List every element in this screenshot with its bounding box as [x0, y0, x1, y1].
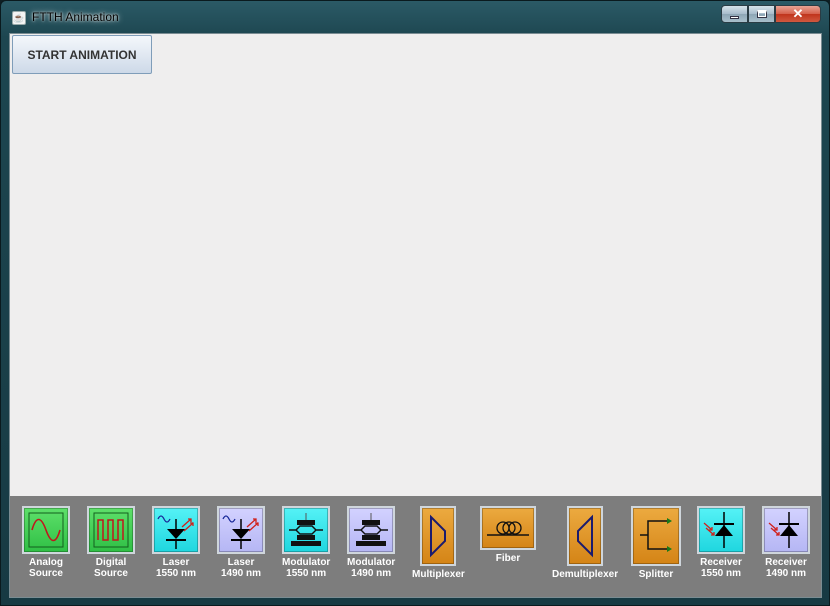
palette-label: Digital Source: [94, 557, 128, 579]
palette-label: Receiver 1490 nm: [765, 557, 807, 579]
palette-item-laser-1490[interactable]: Laser 1490 nm: [217, 506, 265, 579]
window-title: FTTH Animation: [32, 10, 119, 24]
title-bar[interactable]: ☕ FTTH Animation ✕: [1, 1, 829, 33]
palette-item-analog-source[interactable]: Analog Source: [22, 506, 70, 579]
splitter-icon: [631, 506, 681, 566]
maximize-icon: [756, 10, 767, 18]
animation-canvas[interactable]: START ANIMATION Analog Source Digital Sour…: [9, 33, 822, 598]
close-icon: ✕: [792, 6, 804, 21]
palette-label: Receiver 1550 nm: [700, 557, 742, 579]
photodiode-icon: [697, 506, 745, 554]
palette-label: Splitter: [638, 569, 674, 580]
palette-label: Laser 1550 nm: [155, 557, 197, 579]
window-controls: ✕: [721, 5, 821, 23]
palette-item-receiver-1490[interactable]: Receiver 1490 nm: [762, 506, 810, 579]
palette-item-laser-1550[interactable]: Laser 1550 nm: [152, 506, 200, 579]
palette-item-modulator-1490[interactable]: Modulator 1490 nm: [347, 506, 395, 579]
maximize-button[interactable]: [748, 5, 775, 23]
palette-label: Modulator 1490 nm: [347, 557, 396, 579]
palette-label: Modulator 1550 nm: [282, 557, 331, 579]
palette-label: Fiber: [495, 553, 521, 564]
laser-diode-icon: [152, 506, 200, 554]
laser-diode-icon: [217, 506, 265, 554]
close-button[interactable]: ✕: [775, 5, 821, 23]
java-app-icon: ☕: [12, 11, 26, 25]
palette-item-fiber[interactable]: Fiber: [480, 506, 536, 564]
square-wave-icon: [87, 506, 135, 554]
palette-label: Analog Source: [29, 557, 63, 579]
palette-label: Multiplexer: [412, 569, 465, 580]
palette-item-demultiplexer[interactable]: Demultiplexer: [552, 506, 618, 580]
fiber-coil-icon: [480, 506, 536, 550]
sine-wave-icon: [22, 506, 70, 554]
multiplexer-icon: [420, 506, 457, 566]
photodiode-icon: [762, 506, 810, 554]
minimize-icon: [730, 15, 739, 19]
component-palette: Analog Source Digital Source Laser 1550 nm: [10, 496, 821, 597]
palette-label: Demultiplexer: [552, 569, 619, 580]
palette-label: Laser 1490 nm: [220, 557, 262, 579]
demultiplexer-icon: [567, 506, 604, 566]
app-window: ☕ FTTH Animation ✕ START ANIMATION Analo…: [0, 0, 830, 606]
palette-item-digital-source[interactable]: Digital Source: [87, 506, 135, 579]
start-animation-button[interactable]: START ANIMATION: [12, 35, 152, 74]
modulator-icon: [347, 506, 396, 554]
modulator-icon: [282, 506, 331, 554]
minimize-button[interactable]: [721, 5, 748, 23]
palette-item-modulator-1550[interactable]: Modulator 1550 nm: [282, 506, 330, 579]
palette-item-multiplexer[interactable]: Multiplexer: [412, 506, 465, 580]
palette-item-receiver-1550[interactable]: Receiver 1550 nm: [697, 506, 745, 579]
palette-item-splitter[interactable]: Splitter: [631, 506, 681, 580]
